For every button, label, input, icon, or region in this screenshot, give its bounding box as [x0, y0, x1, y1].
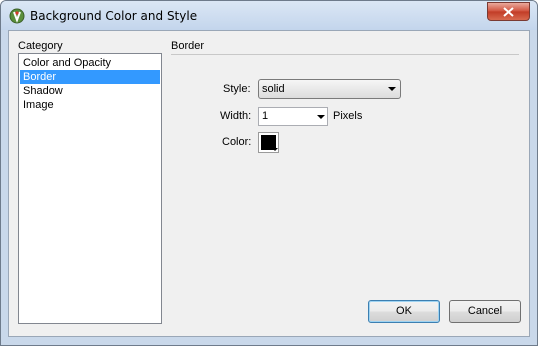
- category-list[interactable]: Color and Opacity Border Shadow Image: [18, 53, 162, 324]
- category-item-border[interactable]: Border: [20, 70, 160, 84]
- width-unit-label: Pixels: [333, 110, 363, 122]
- width-combobox[interactable]: 1: [258, 107, 328, 126]
- app-logo-icon: [9, 8, 25, 24]
- cancel-button[interactable]: Cancel: [449, 300, 521, 323]
- category-item-color-and-opacity[interactable]: Color and Opacity: [20, 56, 160, 70]
- dialog-body: Category Color and Opacity Border Shadow…: [8, 30, 530, 337]
- style-select-value: solid: [262, 83, 285, 95]
- chevron-down-icon[interactable]: [317, 115, 325, 119]
- width-value: 1: [262, 110, 269, 122]
- chevron-down-icon: [388, 87, 396, 91]
- close-icon: [503, 7, 514, 17]
- category-item-shadow[interactable]: Shadow: [20, 84, 160, 98]
- category-item-image[interactable]: Image: [20, 98, 160, 112]
- chevron-down-icon: [272, 148, 278, 151]
- style-label: Style:: [223, 83, 251, 95]
- dialog-window: Background Color and Style Category Colo…: [0, 0, 538, 346]
- color-label: Color:: [222, 136, 252, 148]
- close-button[interactable]: [487, 2, 530, 21]
- color-picker-button[interactable]: [258, 132, 279, 153]
- title-bar[interactable]: Background Color and Style: [1, 1, 537, 30]
- window-title: Background Color and Style: [30, 9, 198, 23]
- category-label: Category: [18, 40, 63, 52]
- section-divider: [171, 54, 519, 55]
- width-label: Width:: [220, 110, 252, 122]
- style-select[interactable]: solid: [258, 79, 401, 99]
- ok-button[interactable]: OK: [368, 300, 440, 323]
- section-title: Border: [171, 40, 205, 52]
